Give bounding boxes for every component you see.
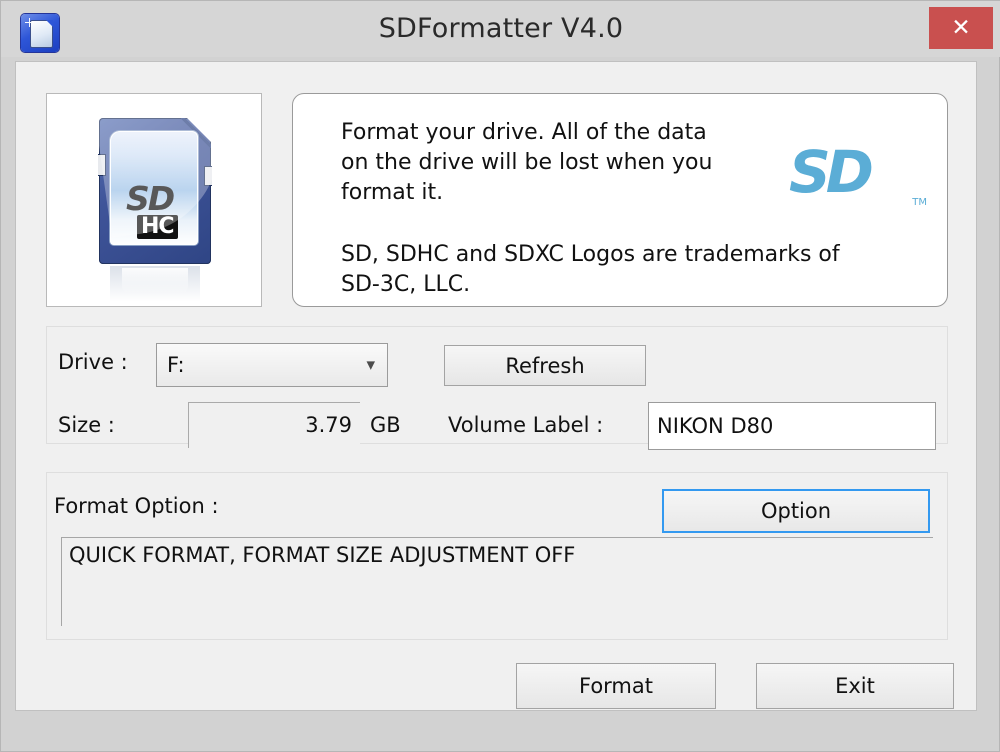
size-label: Size : (58, 413, 115, 437)
volume-label-label: Volume Label : (448, 413, 604, 437)
size-value: 3.79 (305, 413, 352, 437)
option-button[interactable]: Option (662, 489, 930, 533)
info-warning-text: Format your drive. All of the data on th… (341, 120, 713, 205)
close-icon: ✕ (951, 15, 971, 41)
drive-label: Drive : (58, 350, 128, 374)
card-hc-badge: HC (137, 215, 178, 239)
sd-logo-tm: TM (912, 197, 927, 208)
format-status-text: QUICK FORMAT, FORMAT SIZE ADJUSTMENT OFF (69, 543, 576, 567)
sd-logo-icon: SD TM (789, 140, 929, 212)
info-panel: Format your drive. All of the data on th… (292, 93, 948, 307)
app-window: SDFormatter V4.0 ✕ SD HC Format your dri… (0, 0, 1000, 752)
card-sd-logo: SD (126, 179, 175, 218)
card-write-protect-notch (98, 154, 106, 176)
exit-button[interactable]: Exit (756, 663, 954, 709)
size-unit-label: GB (370, 413, 401, 437)
sd-logo-text: SD (789, 138, 874, 206)
chevron-down-icon: ▾ (366, 355, 375, 375)
drive-select-value: F: (167, 353, 185, 377)
format-option-label: Format Option : (54, 494, 219, 518)
client-area: SD HC Format your drive. All of the data… (15, 61, 977, 711)
card-reflection (110, 266, 200, 308)
refresh-button[interactable]: Refresh (444, 345, 646, 386)
card-label-face: SD HC (110, 131, 198, 245)
card-side-notch (204, 166, 212, 186)
card-image-frame: SD HC (46, 93, 262, 308)
window-title: SDFormatter V4.0 (378, 13, 624, 44)
card-reflection-label (122, 268, 188, 294)
info-trademark-text: SD, SDHC and SDXC Logos are trademarks o… (341, 242, 840, 297)
format-status-area: QUICK FORMAT, FORMAT SIZE ADJUSTMENT OFF (61, 537, 933, 626)
sdhc-card-illustration: SD HC (95, 102, 231, 308)
close-button[interactable]: ✕ (929, 7, 993, 49)
format-button[interactable]: Format (516, 663, 716, 709)
drive-select[interactable]: F: ▾ (156, 343, 388, 387)
volume-label-input[interactable] (648, 402, 936, 450)
title-bar: SDFormatter V4.0 ✕ (1, 1, 1000, 57)
size-field: 3.79 (188, 402, 360, 448)
